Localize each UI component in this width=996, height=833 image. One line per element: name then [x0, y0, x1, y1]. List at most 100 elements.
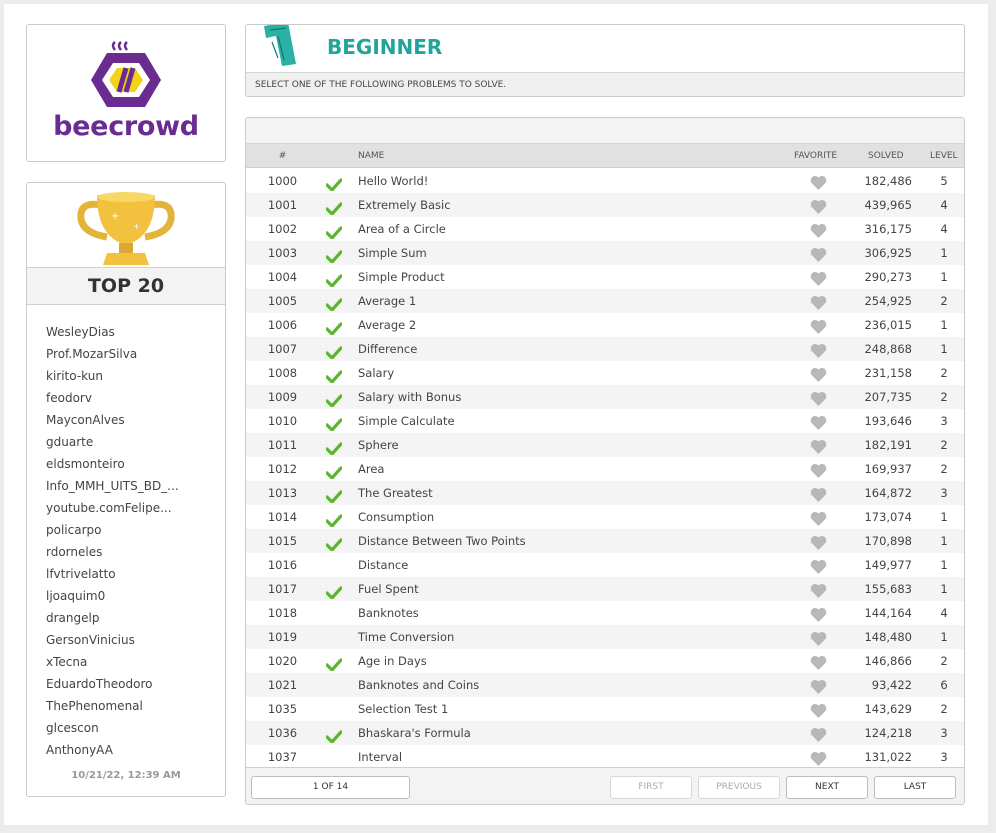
- problem-id[interactable]: 1010: [256, 409, 309, 433]
- problem-name[interactable]: Area of a Circle: [358, 217, 446, 241]
- table-row[interactable]: 1019 Time Conversion 148,480 1: [246, 625, 964, 649]
- problem-name[interactable]: Time Conversion: [358, 625, 454, 649]
- problem-name[interactable]: Extremely Basic: [358, 193, 451, 217]
- table-row[interactable]: 1018 Banknotes 144,164 4: [246, 601, 964, 625]
- problem-id[interactable]: 1002: [256, 217, 309, 241]
- problem-id[interactable]: 1000: [256, 169, 309, 193]
- problem-name[interactable]: Salary with Bonus: [358, 385, 461, 409]
- header-name[interactable]: NAME: [358, 144, 384, 168]
- table-row[interactable]: 1017 Fuel Spent 155,683 1: [246, 577, 964, 601]
- problem-id[interactable]: 1037: [256, 745, 309, 769]
- problem-id[interactable]: 1015: [256, 529, 309, 553]
- table-row[interactable]: 1013 The Greatest 164,872 3: [246, 481, 964, 505]
- problem-id[interactable]: 1005: [256, 289, 309, 313]
- problem-id[interactable]: 1013: [256, 481, 309, 505]
- table-row[interactable]: 1009 Salary with Bonus 207,735 2: [246, 385, 964, 409]
- table-row[interactable]: 1001 Extremely Basic 439,965 4: [246, 193, 964, 217]
- problem-id[interactable]: 1004: [256, 265, 309, 289]
- problem-id[interactable]: 1018: [256, 601, 309, 625]
- problem-name[interactable]: Bhaskara's Formula: [358, 721, 471, 745]
- problem-name[interactable]: Difference: [358, 337, 417, 361]
- problem-id[interactable]: 1019: [256, 625, 309, 649]
- table-row[interactable]: 1020 Age in Days 146,866 2: [246, 649, 964, 673]
- page-indicator[interactable]: 1 OF 14: [251, 776, 410, 799]
- table-row[interactable]: 1016 Distance 149,977 1: [246, 553, 964, 577]
- problem-id[interactable]: 1012: [256, 457, 309, 481]
- problem-id[interactable]: 1008: [256, 361, 309, 385]
- problem-id[interactable]: 1003: [256, 241, 309, 265]
- problem-id[interactable]: 1001: [256, 193, 309, 217]
- table-row[interactable]: 1006 Average 2 236,015 1: [246, 313, 964, 337]
- top20-user[interactable]: eldsmonteiro: [46, 453, 179, 475]
- top20-user[interactable]: Prof.MozarSilva: [46, 343, 179, 365]
- next-button[interactable]: NEXT: [786, 776, 868, 799]
- table-row[interactable]: 1011 Sphere 182,191 2: [246, 433, 964, 457]
- top20-user[interactable]: EduardoTheodoro: [46, 673, 179, 695]
- top20-user[interactable]: youtube.comFelipe...: [46, 497, 179, 519]
- top20-user[interactable]: drangelp: [46, 607, 179, 629]
- problem-name[interactable]: Distance: [358, 553, 408, 577]
- problem-id[interactable]: 1036: [256, 721, 309, 745]
- problem-name[interactable]: Consumption: [358, 505, 434, 529]
- table-row[interactable]: 1012 Area 169,937 2: [246, 457, 964, 481]
- problem-name[interactable]: Salary: [358, 361, 394, 385]
- problem-id[interactable]: 1035: [256, 697, 309, 721]
- problem-name[interactable]: Simple Product: [358, 265, 445, 289]
- problem-name[interactable]: Banknotes and Coins: [358, 673, 479, 697]
- problem-name[interactable]: Simple Sum: [358, 241, 427, 265]
- problem-name[interactable]: Sphere: [358, 433, 399, 457]
- table-row[interactable]: 1005 Average 1 254,925 2: [246, 289, 964, 313]
- problem-name[interactable]: Banknotes: [358, 601, 419, 625]
- top20-user[interactable]: glcescon: [46, 717, 179, 739]
- top20-user[interactable]: kirito-kun: [46, 365, 179, 387]
- problem-id[interactable]: 1011: [256, 433, 309, 457]
- header-favorite[interactable]: FAVORITE: [794, 144, 837, 168]
- table-row[interactable]: 1000 Hello World! 182,486 5: [246, 169, 964, 193]
- problem-id[interactable]: 1007: [256, 337, 309, 361]
- first-button[interactable]: FIRST: [610, 776, 692, 799]
- problem-name[interactable]: Simple Calculate: [358, 409, 455, 433]
- problem-id[interactable]: 1020: [256, 649, 309, 673]
- table-row[interactable]: 1021 Banknotes and Coins 93,422 6: [246, 673, 964, 697]
- problem-id[interactable]: 1009: [256, 385, 309, 409]
- top20-user[interactable]: MayconAlves: [46, 409, 179, 431]
- top20-user[interactable]: ThePhenomenal: [46, 695, 179, 717]
- top20-user[interactable]: ljoaquim0: [46, 585, 179, 607]
- problem-name[interactable]: Average 1: [358, 289, 416, 313]
- table-row[interactable]: 1007 Difference 248,868 1: [246, 337, 964, 361]
- problem-name[interactable]: Distance Between Two Points: [358, 529, 526, 553]
- problem-id[interactable]: 1016: [256, 553, 309, 577]
- top20-user[interactable]: gduarte: [46, 431, 179, 453]
- table-row[interactable]: 1008 Salary 231,158 2: [246, 361, 964, 385]
- top20-user[interactable]: AnthonyAA: [46, 739, 179, 761]
- problem-name[interactable]: Fuel Spent: [358, 577, 419, 601]
- table-row[interactable]: 1036 Bhaskara's Formula 124,218 3: [246, 721, 964, 745]
- top20-user[interactable]: rdorneles: [46, 541, 179, 563]
- problem-name[interactable]: Selection Test 1: [358, 697, 448, 721]
- problem-id[interactable]: 1014: [256, 505, 309, 529]
- table-row[interactable]: 1037 Interval 131,022 3: [246, 745, 964, 769]
- top20-user[interactable]: Info_MMH_UITS_BD_...: [46, 475, 179, 497]
- table-row[interactable]: 1004 Simple Product 290,273 1: [246, 265, 964, 289]
- last-button[interactable]: LAST: [874, 776, 956, 799]
- problem-id[interactable]: 1017: [256, 577, 309, 601]
- header-id[interactable]: #: [256, 144, 309, 168]
- table-row[interactable]: 1010 Simple Calculate 193,646 3: [246, 409, 964, 433]
- previous-button[interactable]: PREVIOUS: [698, 776, 780, 799]
- table-row[interactable]: 1015 Distance Between Two Points 170,898 1: [246, 529, 964, 553]
- top20-user[interactable]: policarpo: [46, 519, 179, 541]
- top20-user[interactable]: lfvtrivelatto: [46, 563, 179, 585]
- table-row[interactable]: 1002 Area of a Circle 316,175 4: [246, 217, 964, 241]
- top20-user[interactable]: WesleyDias: [46, 321, 179, 343]
- table-row[interactable]: 1035 Selection Test 1 143,629 2: [246, 697, 964, 721]
- top20-user[interactable]: GersonVinicius: [46, 629, 179, 651]
- problem-name[interactable]: Area: [358, 457, 384, 481]
- header-level[interactable]: LEVEL: [930, 144, 958, 168]
- problem-id[interactable]: 1006: [256, 313, 309, 337]
- top20-user[interactable]: feodorv: [46, 387, 179, 409]
- problem-name[interactable]: The Greatest: [358, 481, 433, 505]
- problem-name[interactable]: Hello World!: [358, 169, 428, 193]
- problem-name[interactable]: Age in Days: [358, 649, 427, 673]
- problem-name[interactable]: Interval: [358, 745, 402, 769]
- table-row[interactable]: 1003 Simple Sum 306,925 1: [246, 241, 964, 265]
